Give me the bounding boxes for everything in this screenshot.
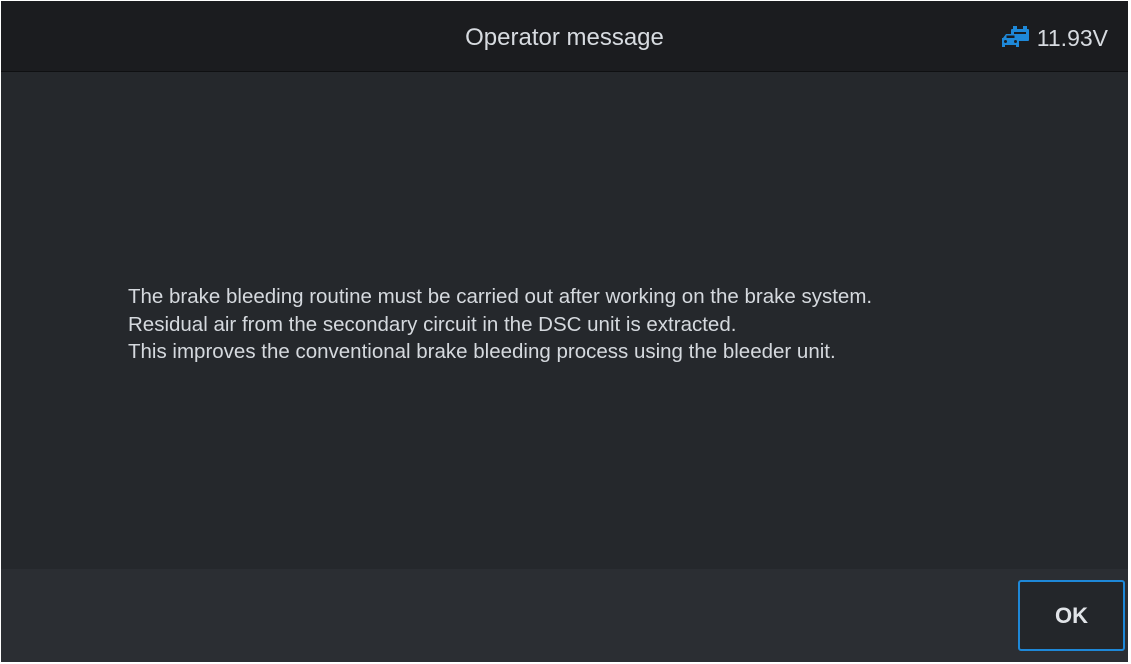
- operator-message-screen: Operator message 11.93V The brake bleedi…: [1, 1, 1128, 662]
- message-line: This improves the conventional brake ble…: [128, 340, 836, 363]
- message-line: Residual air from the secondary circuit …: [128, 312, 737, 336]
- battery-status: 11.93V: [999, 23, 1108, 53]
- ok-button[interactable]: OK: [1018, 580, 1125, 651]
- battery-voltage: 11.93V: [1036, 24, 1108, 51]
- message-line: The brake bleeding routine must be carri…: [128, 285, 873, 308]
- page-title: Operator message: [465, 24, 664, 51]
- car-battery-icon: [1001, 26, 1029, 47]
- footer-bar: OK: [1, 569, 1128, 662]
- operator-message-text: The brake bleeding routine must be carri…: [128, 283, 872, 366]
- header-bar: Operator message 11.93V: [1, 1, 1128, 72]
